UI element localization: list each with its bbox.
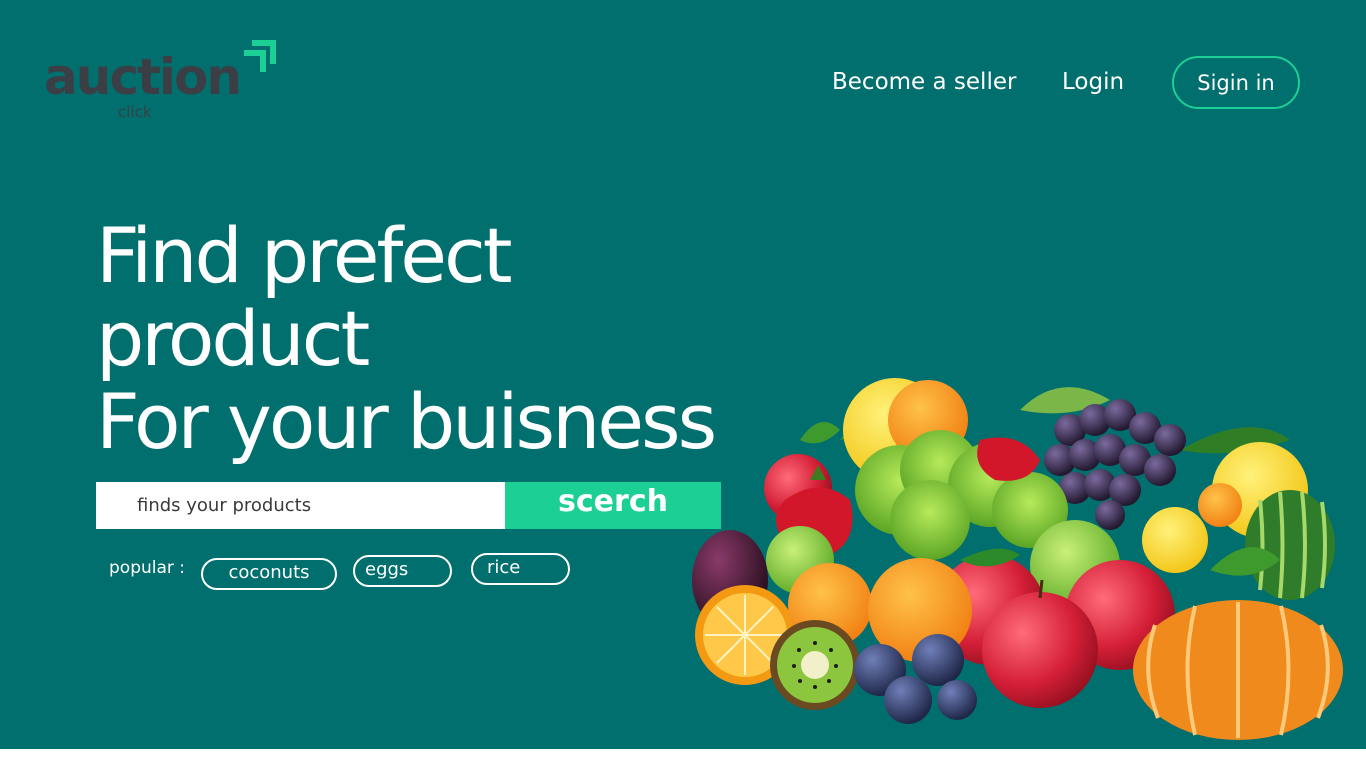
double-arrow-up-right-icon	[244, 40, 276, 72]
search-button[interactable]: scerch	[505, 482, 721, 529]
popular-tag-eggs[interactable]: eggs	[353, 555, 452, 587]
signin-button[interactable]: Sigin in	[1172, 56, 1300, 109]
popular-label: popular :	[109, 558, 186, 578]
headline-line: Find prefect	[96, 211, 513, 300]
logo-wordmark: auction	[44, 48, 242, 106]
page-bottom-strip	[0, 749, 1366, 768]
search-input[interactable]	[96, 482, 505, 529]
hero-headline: Find prefect product For your buisness	[96, 211, 717, 466]
hero-section: auction click Become a seller Login Sigi…	[0, 0, 1366, 749]
logo-subtitle: click	[118, 103, 152, 121]
nav-login-link[interactable]: Login	[1062, 66, 1124, 98]
logo[interactable]: auction click	[44, 38, 284, 124]
nav-become-seller-link[interactable]: Become a seller	[832, 66, 1016, 98]
headline-line: For your buisness	[96, 377, 717, 466]
headline-line: product	[96, 294, 370, 383]
popular-tag-rice[interactable]: rice	[471, 553, 570, 585]
popular-tag-coconuts[interactable]: coconuts	[201, 558, 337, 590]
fruit-vegetable-pile-image	[692, 378, 1343, 740]
